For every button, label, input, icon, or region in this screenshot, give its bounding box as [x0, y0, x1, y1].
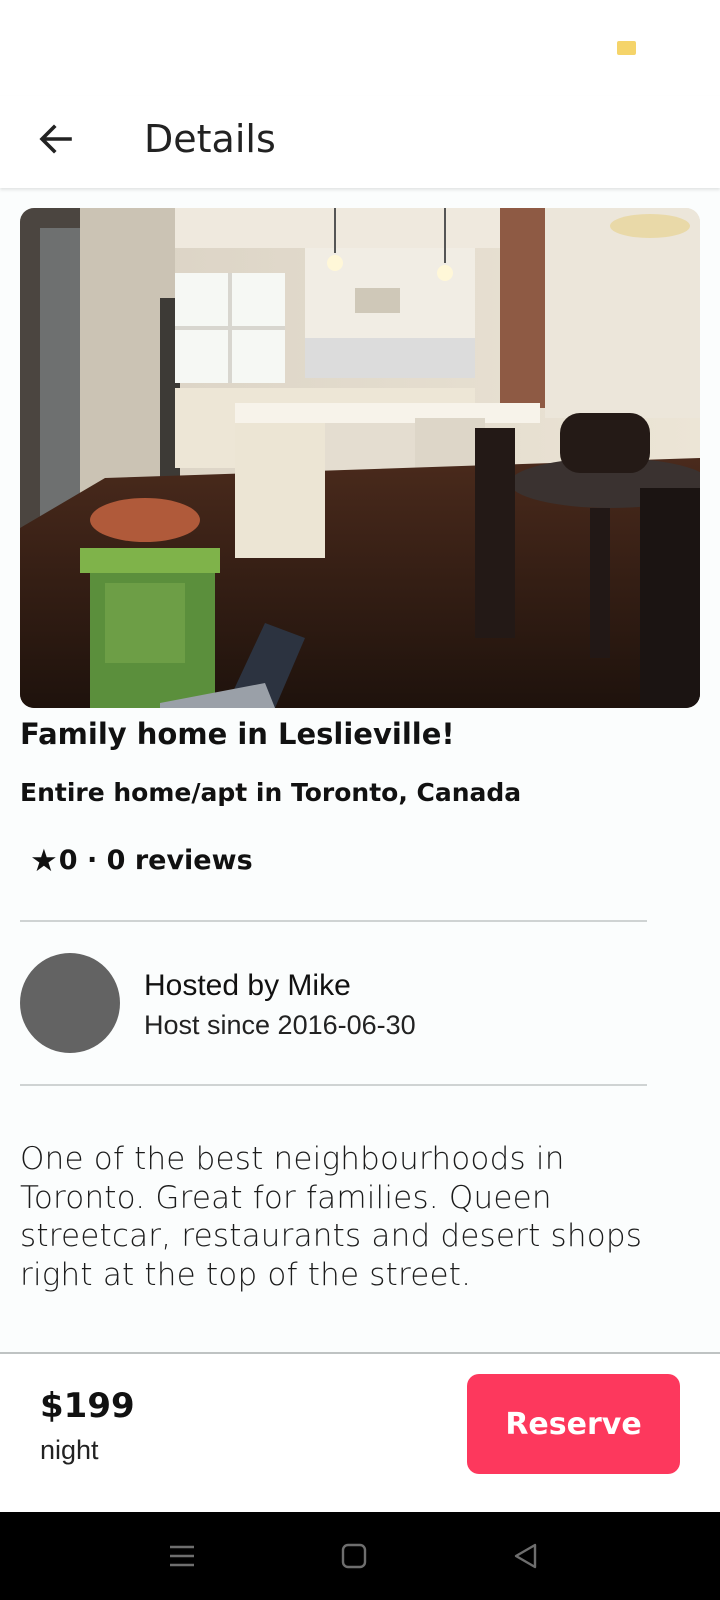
- status-bar: [0, 0, 720, 96]
- notification-indicator-icon: [617, 41, 636, 55]
- reserve-button[interactable]: Reserve: [467, 1374, 680, 1474]
- menu-icon: [170, 1545, 194, 1567]
- divider: [20, 920, 647, 922]
- host-avatar[interactable]: [20, 953, 120, 1053]
- price: $199: [40, 1386, 135, 1426]
- rating-row[interactable]: ★ 0 · 0 reviews: [30, 843, 253, 879]
- system-back-button[interactable]: [504, 1534, 548, 1578]
- back-triangle-icon: [514, 1543, 537, 1569]
- kitchen-photo: [20, 208, 700, 708]
- listing-title: Family home in Leslieville!: [20, 717, 455, 751]
- home-square-icon: [341, 1543, 367, 1569]
- recent-apps-button[interactable]: [160, 1534, 204, 1578]
- listing-photo[interactable]: [20, 208, 700, 708]
- host-since: Host since 2016-06-30: [144, 1010, 416, 1040]
- back-button[interactable]: [30, 113, 82, 165]
- home-button[interactable]: [332, 1534, 376, 1578]
- booking-footer: $199 night Reserve: [0, 1352, 720, 1512]
- listing-description: One of the best neighbourhoods in Toront…: [20, 1141, 643, 1293]
- divider: [20, 1084, 647, 1086]
- rating-text: 0 · 0 reviews: [58, 845, 253, 876]
- price-unit: night: [40, 1435, 99, 1465]
- app-bar: Details: [0, 96, 720, 188]
- page-title: Details: [144, 117, 276, 161]
- arrow-left-icon: [39, 124, 72, 154]
- listing-subtitle: Entire home/apt in Toronto, Canada: [20, 778, 522, 807]
- system-nav-bar: [0, 1512, 720, 1600]
- star-icon: ★: [30, 843, 58, 879]
- host-name: Hosted by Mike: [144, 969, 351, 1002]
